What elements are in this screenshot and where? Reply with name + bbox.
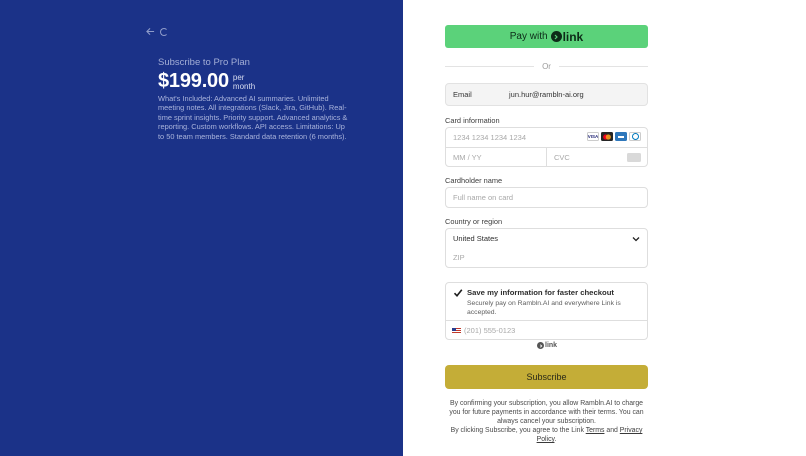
arrow-left-icon [146,27,155,36]
cvc-card-icon [627,153,641,162]
terms-line-1: By confirming your subscription, you all… [449,400,644,425]
email-field[interactable]: Email jun.hur@rambln-ai.org [445,83,648,106]
or-label: Or [542,61,551,71]
phone-input[interactable]: (201) 555-0123 [446,320,647,340]
billing-per: per [232,72,245,82]
subscribe-button[interactable]: Subscribe [445,365,648,389]
visa-icon: VISA [587,132,599,141]
price-row: $199.00 per month [158,70,255,93]
card-information-label: Card information [445,116,500,125]
cvc-placeholder: CVC [554,152,570,162]
link-arrow-icon [537,342,544,349]
cardholder-name-field: Full name on card [446,188,647,207]
plan-title: Subscribe to Pro Plan [158,57,250,68]
save-info-checkbox[interactable] [453,288,463,298]
country-select[interactable]: United States [446,229,647,248]
divider-line [445,65,535,67]
diners-icon [629,132,641,141]
back-button[interactable] [146,27,168,36]
save-info-box: Save my information for faster checkout … [445,282,648,340]
merchant-logo [160,27,168,36]
amex-icon [615,132,627,141]
save-info-description: Securely pay on Rambln.AI and everywhere… [467,300,621,316]
card-input-group: 1234 1234 1234 1234 VISA MM / YY CVC [445,127,648,167]
order-summary-panel [0,0,403,456]
cardholder-name-input[interactable]: Full name on card [445,187,648,208]
terms-line-2: By clicking Subscribe, you agree to the … [450,427,584,434]
phone-placeholder: (201) 555-0123 [464,326,516,335]
pay-with-label: Pay with [509,31,548,42]
plan-description: What's Included: Advanced AI summaries. … [158,94,348,141]
address-input-group: United States ZIP [445,228,648,268]
chevron-down-icon [632,236,640,241]
country-region-label: Country or region [445,217,503,226]
terms-text: By confirming your subscription, you all… [445,399,648,444]
link-small-text: link [545,342,558,349]
link-logo: link [550,29,584,44]
card-number-placeholder: 1234 1234 1234 1234 [453,133,526,142]
cardholder-name-label: Cardholder name [445,176,503,185]
terms-link[interactable]: Terms [586,427,605,434]
save-info-title: Save my information for faster checkout [467,288,614,297]
zip-placeholder: ZIP [453,253,465,262]
pay-with-link-button[interactable]: Pay with link [445,25,648,48]
email-value: jun.hur@rambln-ai.org [509,90,584,99]
mastercard-icon [601,132,613,141]
price: $199.00 [158,70,229,92]
card-brand-icons: VISA [587,132,641,141]
expiry-input[interactable]: MM / YY [446,148,546,166]
terms-and: and [606,427,618,434]
country-value: United States [453,234,499,243]
card-expiry-cvc-row: MM / YY CVC [446,147,647,166]
cvc-input[interactable]: CVC [546,148,647,166]
link-arrow-icon [550,31,562,42]
billing-period: per month [233,73,255,91]
divider-line [558,65,649,67]
email-label: Email [453,90,472,99]
link-brand-text: link [562,29,584,44]
or-divider: Or [445,60,649,72]
terms-period: . [554,436,557,443]
card-number-input[interactable]: 1234 1234 1234 1234 VISA [446,128,647,147]
zip-input[interactable]: ZIP [446,248,647,267]
us-flag-icon [452,327,461,334]
billing-month: month [232,81,256,91]
cardholder-placeholder: Full name on card [453,193,514,202]
link-footer-logo: link [537,342,557,349]
expiry-placeholder: MM / YY [453,152,482,162]
